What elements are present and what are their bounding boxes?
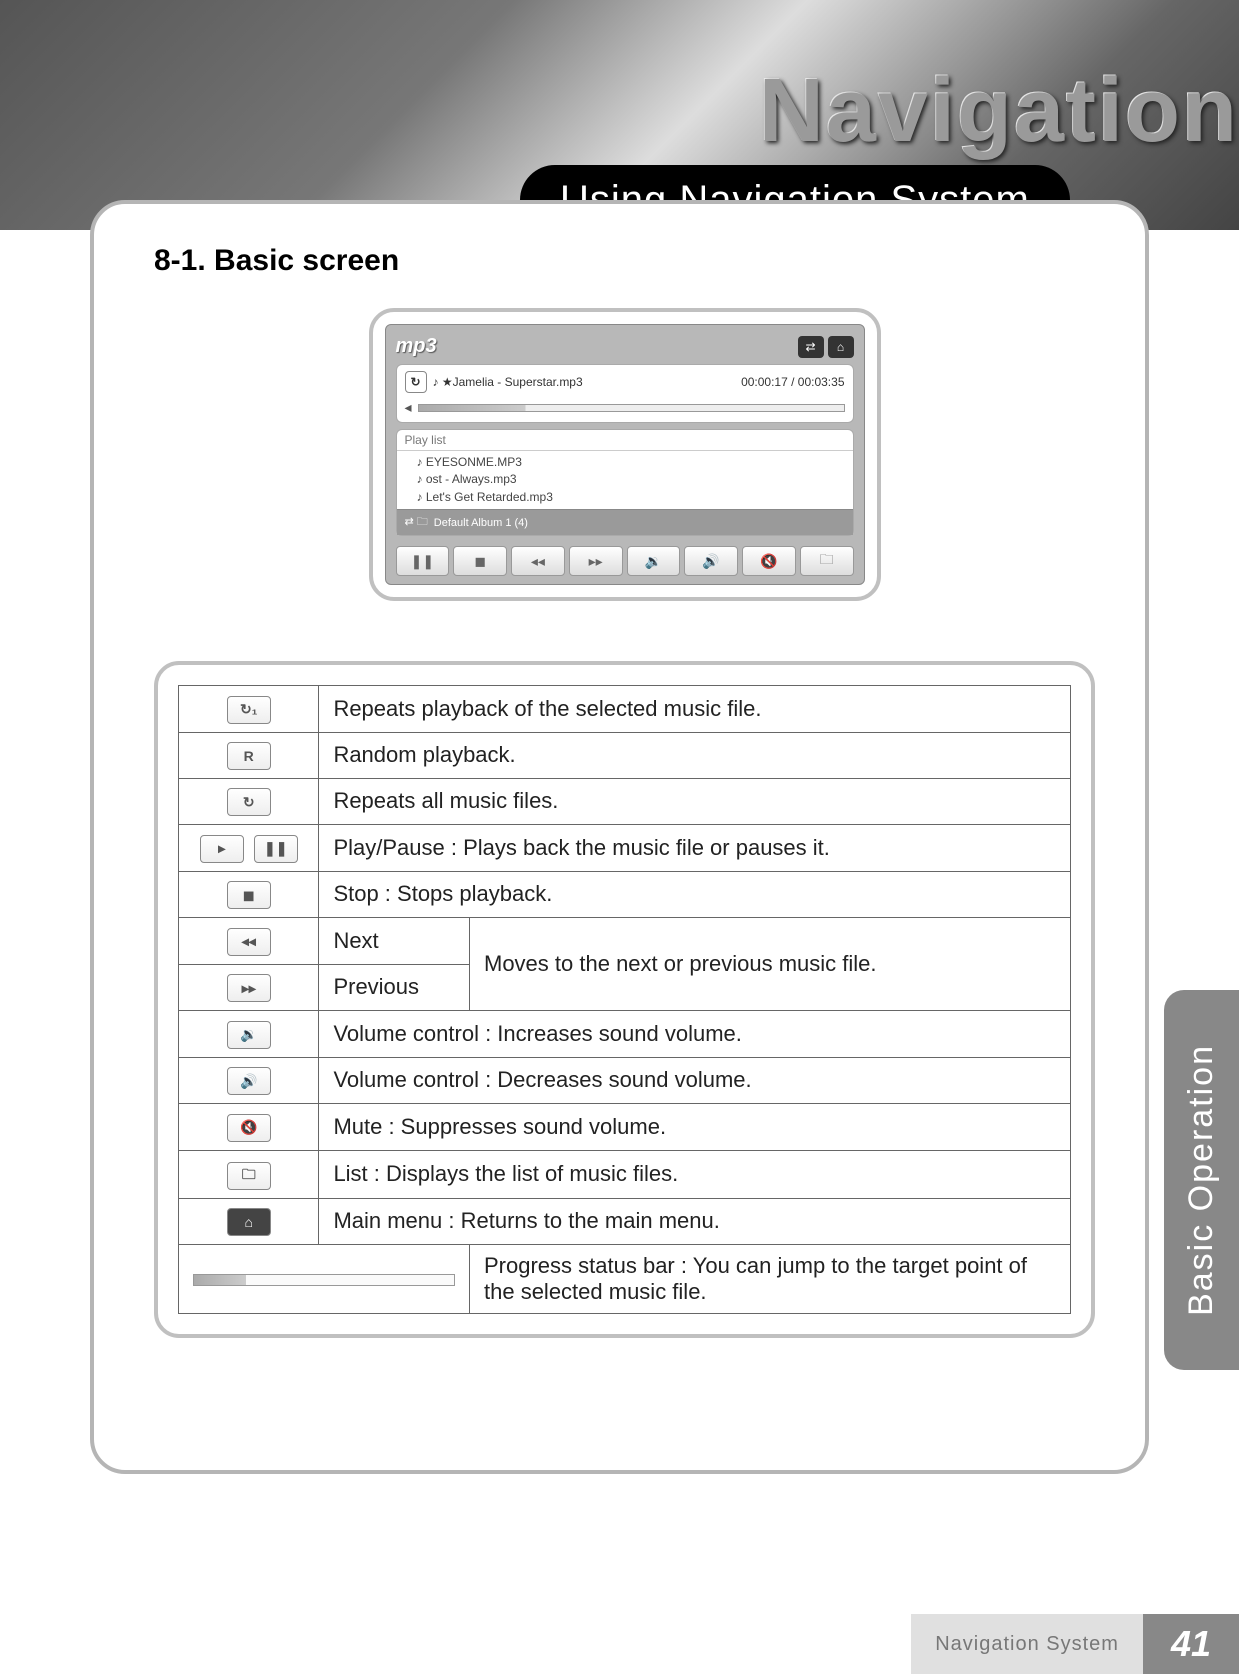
repeat-all-icon: ↻	[227, 788, 271, 816]
stop-button: ◼	[453, 546, 507, 576]
repeat-one-icon: ↻₁	[227, 696, 271, 724]
content-panel: 8-1. Basic screen mp3 ⇄ ⌂ ↻	[90, 200, 1149, 1474]
vol-down-button: 🔉	[627, 546, 681, 576]
table-row: 🗀 List : Displays the list of music file…	[179, 1150, 1071, 1198]
usb-icon: ⇄	[798, 336, 824, 358]
mute-button: 🔇	[742, 546, 796, 576]
playlist-header: Play list	[397, 430, 853, 451]
desc-stop: Stop : Stops playback.	[319, 871, 1071, 918]
desc-vol-down: Volume control : Decreases sound volume.	[319, 1057, 1071, 1104]
label-previous: Previous	[319, 964, 470, 1011]
desc-vol-up: Volume control : Increases sound volume.	[319, 1011, 1071, 1058]
table-row: Progress status bar : You can jump to th…	[179, 1244, 1071, 1313]
desc-next-prev: Moves to the next or previous music file…	[470, 918, 1071, 1011]
control-bar: ❚❚ ◼ ◂◂ ▸▸ 🔉 🔊 🔇 🗀	[396, 546, 854, 576]
reference-table: ↻₁ Repeats playback of the selected musi…	[178, 685, 1071, 1314]
prev-icon: ◂◂	[227, 928, 271, 956]
table-row: ⌂ Main menu : Returns to the main menu.	[179, 1198, 1071, 1244]
table-row: ▸ ❚❚ Play/Pause : Plays back the music fi…	[179, 825, 1071, 872]
now-playing-title: ★Jamelia - Superstar.mp3	[442, 375, 583, 389]
hero-title: Navigation	[759, 60, 1239, 163]
playlist-box: Play list ♪ EYESONME.MP3 ♪ ost - Always.…	[396, 429, 854, 536]
label-next: Next	[319, 918, 470, 965]
mute-icon: 🔇	[227, 1114, 271, 1142]
play-icon: ▸	[200, 835, 244, 863]
table-row: R Random playback.	[179, 732, 1071, 778]
track-row: ♪ ost - Always.mp3	[417, 471, 845, 488]
desc-repeat-one: Repeats playback of the selected music f…	[319, 686, 1071, 733]
prev-button: ◂◂	[511, 546, 565, 576]
desc-play-pause: Play/Pause : Plays back the music file o…	[319, 825, 1071, 872]
page-footer: Navigation System 41	[911, 1614, 1239, 1674]
footer-label: Navigation System	[911, 1614, 1143, 1674]
table-row: 🔉 Volume control : Increases sound volum…	[179, 1011, 1071, 1058]
list-button: 🗀	[800, 546, 854, 576]
desc-list: List : Displays the list of music files.	[319, 1150, 1071, 1198]
track-row: ♪ Let's Get Retarded.mp3	[417, 489, 845, 506]
page-number: 41	[1143, 1614, 1239, 1674]
random-icon: R	[227, 742, 271, 770]
now-playing-box: ↻ ♪ ★Jamelia - Superstar.mp3 00:00:17 / …	[396, 364, 854, 423]
side-tab-label: Basic Operation	[1182, 1044, 1221, 1316]
desc-main-menu: Main menu : Returns to the main menu.	[319, 1198, 1071, 1244]
table-row: ↻ Repeats all music files.	[179, 778, 1071, 825]
vol-up-button: 🔊	[684, 546, 738, 576]
track-row: ♪ EYESONME.MP3	[417, 454, 845, 471]
vol-down-icon: 🔊	[227, 1067, 271, 1095]
desc-random: Random playback.	[319, 732, 1071, 778]
table-row: 🔊 Volume control : Decreases sound volum…	[179, 1057, 1071, 1104]
stop-icon: ◼	[227, 881, 271, 909]
progress-bar-mini	[418, 404, 845, 412]
table-row: ↻₁ Repeats playback of the selected musi…	[179, 686, 1071, 733]
pause-icon: ❚❚	[254, 835, 298, 863]
desc-mute: Mute : Suppresses sound volume.	[319, 1104, 1071, 1151]
next-button: ▸▸	[569, 546, 623, 576]
pause-button: ❚❚	[396, 546, 450, 576]
table-row: ◼ Stop : Stops playback.	[179, 871, 1071, 918]
table-row: 🔇 Mute : Suppresses sound volume.	[179, 1104, 1071, 1151]
next-icon: ▸▸	[227, 974, 271, 1002]
home-icon: ⌂	[227, 1208, 271, 1236]
app-logo: mp3	[396, 335, 437, 358]
mp3-player-screen: mp3 ⇄ ⌂ ↻ ♪ ★Jamelia - Superstar.mp3	[385, 324, 865, 585]
time-display: 00:00:17 / 00:03:35	[741, 375, 844, 389]
album-label: Default Album 1 (4)	[434, 517, 528, 529]
table-row: ◂◂ Next Moves to the next or previous mu…	[179, 918, 1071, 965]
seek-arrow-icon: ◂	[405, 399, 412, 416]
section-title: 8-1. Basic screen	[154, 244, 1115, 278]
folder-icon: 🗀	[227, 1162, 271, 1190]
desc-progress: Progress status bar : You can jump to th…	[470, 1244, 1071, 1313]
progress-bar-icon	[193, 1274, 455, 1286]
home-icon: ⌂	[828, 336, 854, 358]
side-tab: Basic Operation	[1164, 990, 1239, 1370]
repeat-icon: ↻	[405, 371, 427, 393]
desc-repeat-all: Repeats all music files.	[319, 778, 1071, 825]
screenshot-frame: mp3 ⇄ ⌂ ↻ ♪ ★Jamelia - Superstar.mp3	[369, 308, 881, 601]
vol-up-icon: 🔉	[227, 1021, 271, 1049]
reference-table-frame: ↻₁ Repeats playback of the selected musi…	[154, 661, 1095, 1338]
